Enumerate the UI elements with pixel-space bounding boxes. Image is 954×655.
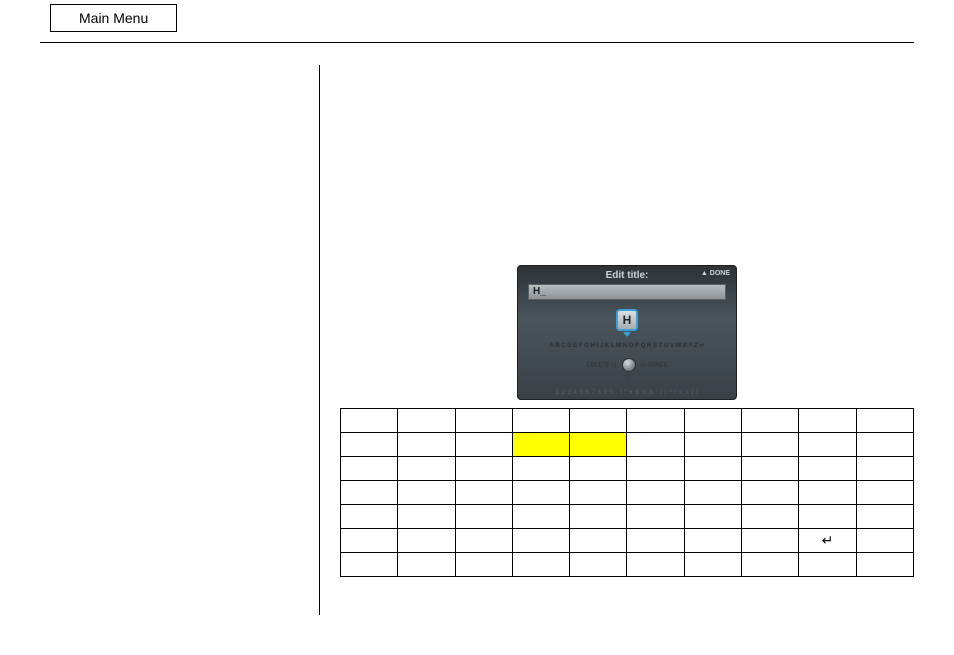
right-column: Edit title: ▲ DONE H_ H A B C D E F G H … [320, 65, 914, 615]
device-highlighted-key[interactable]: H [616, 309, 638, 331]
table-cell [627, 529, 684, 553]
table-cell [570, 481, 627, 505]
table-cell [684, 457, 741, 481]
table-cell [742, 409, 799, 433]
table-cell [570, 433, 627, 457]
main-menu-label: Main Menu [79, 10, 148, 26]
table-cell [455, 481, 512, 505]
table-cell [684, 409, 741, 433]
device-numbers-row[interactable]: 1 2 3 4 5 6 7 8 9 0 - ! " # $ % & ' ( ) … [518, 390, 736, 396]
table-cell [455, 505, 512, 529]
table-row [341, 481, 914, 505]
table-cell [799, 505, 856, 529]
table-cell [684, 481, 741, 505]
table-cell [799, 433, 856, 457]
table-cell [398, 481, 455, 505]
table-cell [512, 409, 569, 433]
table-cell [856, 553, 913, 577]
device-knob-row: DELETE ◁ ▷ SPACE ▽ [518, 358, 736, 379]
table-row [341, 553, 914, 577]
table-row [341, 505, 914, 529]
table-cell [627, 457, 684, 481]
table-cell [627, 481, 684, 505]
table-cell [856, 409, 913, 433]
table-cell [341, 481, 398, 505]
table-cell [398, 457, 455, 481]
table-cell [341, 433, 398, 457]
table-cell [512, 481, 569, 505]
table-cell [455, 553, 512, 577]
table-row [341, 457, 914, 481]
table-cell [341, 409, 398, 433]
device-screenshot: Edit title: ▲ DONE H_ H A B C D E F G H … [517, 265, 737, 400]
content-area: Edit title: ▲ DONE H_ H A B C D E F G H … [40, 65, 914, 615]
table-cell [627, 409, 684, 433]
table-cell [570, 529, 627, 553]
table-cell [398, 433, 455, 457]
table-cell [799, 409, 856, 433]
table-cell [341, 457, 398, 481]
table-cell [856, 433, 913, 457]
table-cell [742, 457, 799, 481]
table-cell [627, 433, 684, 457]
table-cell: ↵ [799, 529, 856, 553]
table-cell [341, 553, 398, 577]
table-cell [341, 529, 398, 553]
table-cell [512, 529, 569, 553]
device-frame: Edit title: ▲ DONE H_ H A B C D E F G H … [517, 265, 737, 400]
table-cell [742, 433, 799, 457]
table-cell [799, 481, 856, 505]
table-cell [627, 505, 684, 529]
device-down-arrow-icon[interactable]: ▽ [625, 373, 630, 380]
main-menu-button[interactable]: Main Menu [50, 4, 177, 32]
table-cell [856, 505, 913, 529]
table-cell [512, 505, 569, 529]
table-cell [455, 457, 512, 481]
table-cell [570, 505, 627, 529]
table-row [341, 409, 914, 433]
table-cell [856, 457, 913, 481]
table-cell [455, 529, 512, 553]
table-cell [455, 433, 512, 457]
character-table: ↵ [340, 408, 914, 577]
table-cell [570, 409, 627, 433]
table-cell [627, 553, 684, 577]
table-cell [512, 433, 569, 457]
table-cell [742, 553, 799, 577]
table-cell [742, 529, 799, 553]
table-cell [742, 481, 799, 505]
table-cell [341, 505, 398, 529]
table-cell [742, 505, 799, 529]
device-alphabet-row[interactable]: A B C D E F G H I J K L M N O P Q R S T … [518, 342, 736, 349]
table-cell [398, 505, 455, 529]
device-done-label[interactable]: ▲ DONE [701, 270, 730, 277]
table-cell [570, 553, 627, 577]
table-cell [856, 481, 913, 505]
table-cell [799, 457, 856, 481]
table-row: ↵ [341, 529, 914, 553]
table-cell [570, 457, 627, 481]
table-cell [684, 433, 741, 457]
table-row [341, 433, 914, 457]
device-delete-label[interactable]: DELETE ◁ [586, 363, 616, 369]
table-cell [856, 529, 913, 553]
table-cell [512, 553, 569, 577]
divider [40, 42, 914, 43]
device-dial-knob-icon[interactable] [622, 358, 636, 372]
table-cell [684, 505, 741, 529]
table-cell [455, 409, 512, 433]
enter-icon: ↵ [822, 532, 834, 548]
table-cell [799, 553, 856, 577]
table-cell [684, 553, 741, 577]
table-cell [398, 409, 455, 433]
table-cell [684, 529, 741, 553]
device-title-input[interactable]: H_ [528, 284, 726, 300]
device-key-pointer-icon [623, 332, 631, 337]
table-cell [512, 457, 569, 481]
page: Main Menu Edit title: ▲ DONE H_ H A B C … [0, 0, 954, 655]
left-column [40, 65, 320, 615]
device-space-label[interactable]: ▷ SPACE [641, 363, 667, 369]
table-cell [398, 553, 455, 577]
table-cell [398, 529, 455, 553]
